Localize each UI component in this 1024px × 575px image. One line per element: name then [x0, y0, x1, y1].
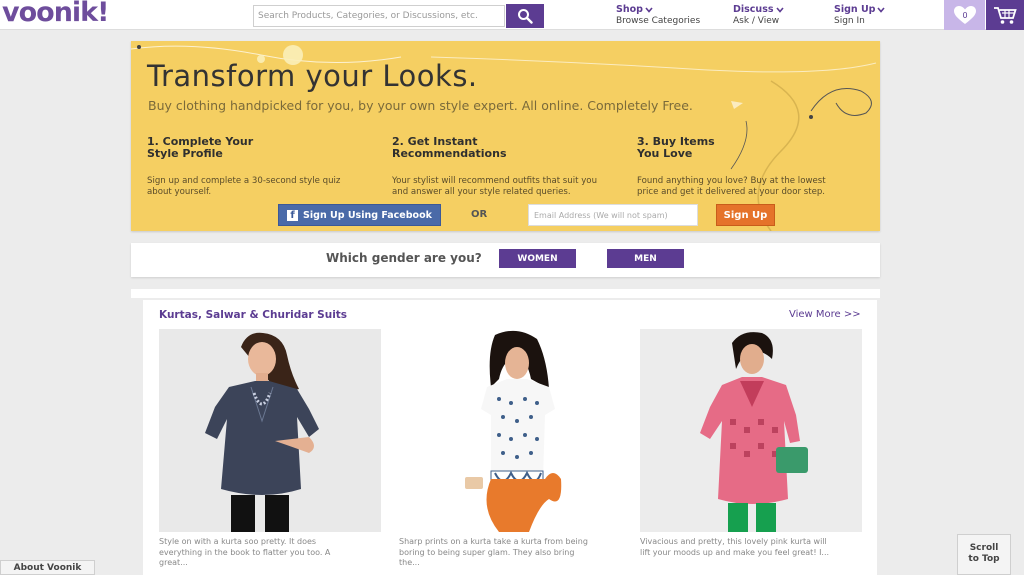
- nav-shop[interactable]: Shop Browse Categories: [616, 4, 700, 26]
- section-heading[interactable]: Kurtas, Salwar & Churidar Suits: [159, 309, 347, 321]
- or-separator: OR: [471, 209, 488, 220]
- product-image[interactable]: [399, 329, 621, 532]
- model-pink-kurta-photo: [700, 332, 808, 532]
- cart-button[interactable]: [986, 0, 1024, 30]
- nav-shop-sub: Browse Categories: [616, 16, 701, 26]
- voonik-logo[interactable]: voonik!: [2, 0, 109, 28]
- product-card[interactable]: Vivacious and pretty, this lovely pink k…: [640, 329, 862, 558]
- men-button[interactable]: MEN: [607, 249, 684, 268]
- product-section: Kurtas, Salwar & Churidar Suits View Mor…: [143, 300, 877, 575]
- women-button[interactable]: WOMEN: [499, 249, 576, 268]
- product-image[interactable]: [159, 329, 381, 532]
- search-icon: [518, 9, 533, 24]
- model-printed-kurta-photo: [465, 330, 562, 532]
- step-description: Found anything you love? Buy at the lowe…: [637, 176, 826, 197]
- step-description: Sign up and complete a 30-second style q…: [147, 176, 341, 197]
- step-complete-profile: 1. Complete Your Style Profile Sign up a…: [147, 136, 367, 198]
- step-buy-items: 3. Buy Items You Love Found anything you…: [637, 136, 857, 198]
- about-voonik-tab[interactable]: About Voonik: [0, 560, 95, 575]
- product-description: Style on with a kurta soo pretty. It doe…: [159, 537, 331, 567]
- hero-banner: Transform your Looks. Buy clothing handp…: [131, 41, 880, 231]
- product-description: Vivacious and pretty, this lovely pink k…: [640, 537, 830, 557]
- gender-selector: Which gender are you? WOMEN MEN: [131, 243, 880, 277]
- step-description: Your stylist will recommend outfits that…: [392, 176, 598, 197]
- nav-discuss[interactable]: Discuss Ask / View: [733, 4, 784, 26]
- nav-shop-label: Shop: [616, 4, 643, 15]
- product-card[interactable]: Sharp prints on a kurta take a kurta fro…: [399, 329, 621, 569]
- step-title: 2. Get Instant Recommendations: [392, 135, 507, 160]
- wishlist-count: 0: [962, 11, 967, 20]
- nav-signup[interactable]: Sign Up Sign In: [834, 4, 886, 26]
- search-input[interactable]: [253, 5, 505, 27]
- nav-signup-label: Sign Up: [834, 4, 876, 15]
- scroll-to-top-button[interactable]: Scroll to Top: [957, 534, 1011, 575]
- top-navbar: voonik! Shop Browse Categories Discuss A…: [0, 0, 1024, 30]
- cart-icon: [994, 7, 1017, 24]
- section-divider: [131, 289, 880, 298]
- product-image[interactable]: [640, 329, 862, 532]
- nav-discuss-sub: Ask / View: [733, 16, 780, 26]
- heart-icon: 0: [953, 6, 976, 24]
- chevron-down-icon: [645, 6, 653, 13]
- step-title: 3. Buy Items You Love: [637, 135, 715, 160]
- step-title: 1. Complete Your Style Profile: [147, 135, 254, 160]
- facebook-signup-button[interactable]: f Sign Up Using Facebook: [278, 204, 441, 226]
- wishlist-button[interactable]: 0: [944, 0, 985, 30]
- facebook-signup-label: Sign Up Using Facebook: [303, 209, 432, 221]
- chevron-down-icon: [775, 6, 784, 13]
- gender-question: Which gender are you?: [326, 251, 482, 265]
- nav-discuss-label: Discuss: [733, 4, 774, 15]
- signup-button[interactable]: Sign Up: [716, 204, 775, 226]
- hero-subtitle: Buy clothing handpicked for you, by your…: [148, 98, 693, 113]
- product-card[interactable]: Style on with a kurta soo pretty. It doe…: [159, 329, 381, 569]
- chevron-down-icon: [877, 6, 886, 13]
- step-get-recommendations: 2. Get Instant Recommendations Your styl…: [392, 136, 612, 198]
- view-more-link[interactable]: View More >>: [789, 309, 861, 320]
- nav-signin-sub[interactable]: Sign In: [834, 16, 885, 26]
- facebook-icon: f: [287, 209, 299, 221]
- search-button[interactable]: [506, 4, 544, 28]
- email-field[interactable]: [528, 204, 698, 226]
- product-description: Sharp prints on a kurta take a kurta fro…: [399, 537, 588, 567]
- model-navy-kurta-photo: [205, 332, 319, 532]
- hero-title: Transform your Looks.: [147, 59, 478, 93]
